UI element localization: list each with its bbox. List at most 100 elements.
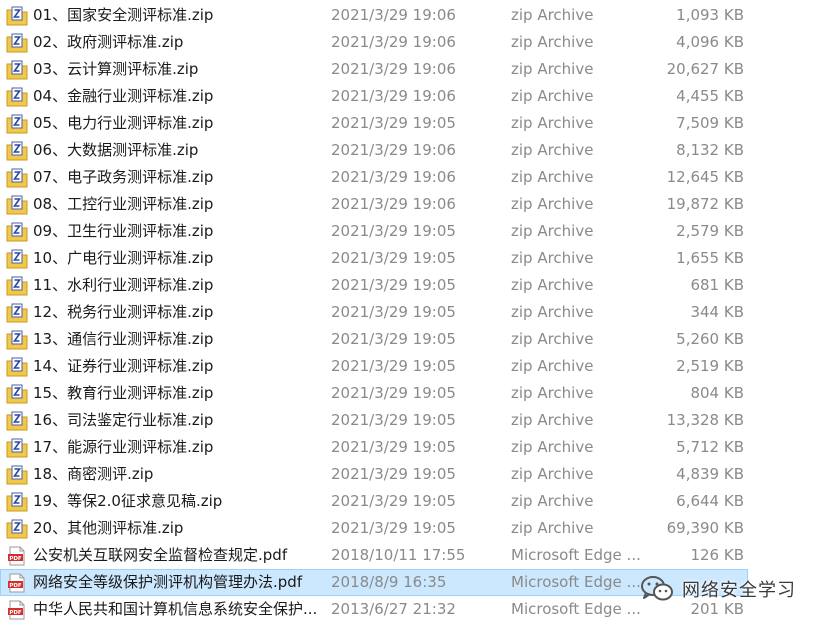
zip-archive-icon (6, 519, 28, 539)
zip-archive-icon (6, 195, 28, 215)
file-date-modified: 2021/3/29 19:06 (331, 60, 456, 78)
zip-archive-icon (6, 492, 28, 512)
file-date-modified: 2021/3/29 19:06 (331, 168, 456, 186)
file-row[interactable]: 04、金融行业测评标准.zip 2021/3/29 19:06 zip Archiv… (0, 83, 821, 110)
file-size: 6,644 KB (676, 492, 744, 510)
file-date-modified: 2021/3/29 19:05 (331, 465, 456, 483)
file-row[interactable]: 12、税务行业测评标准.zip 2021/3/29 19:05 zip Archiv… (0, 299, 821, 326)
file-row[interactable]: 11、水利行业测评标准.zip 2021/3/29 19:05 zip Archiv… (0, 272, 821, 299)
file-type: zip Archive (511, 330, 594, 348)
file-row[interactable]: PDF 中华人民共和国计算机信息系统安全保护... 2013/6/27 21:32 M… (0, 596, 821, 623)
file-type: zip Archive (511, 384, 594, 402)
file-name: 09、卫生行业测评标准.zip (33, 222, 214, 240)
file-list: 01、国家安全测评标准.zip 2021/3/29 19:06 zip Archiv… (0, 2, 821, 623)
file-name: 18、商密测评.zip (33, 465, 154, 483)
zip-archive-icon (6, 60, 28, 80)
pdf-file-icon: PDF (6, 573, 28, 593)
file-row[interactable]: 16、司法鉴定行业标准.zip 2021/3/29 19:05 zip Archiv… (0, 407, 821, 434)
file-size: 69,390 KB (666, 519, 744, 537)
file-row[interactable]: 18、商密测评.zip 2021/3/29 19:05 zip Archive 4,8… (0, 461, 821, 488)
file-row[interactable]: 02、政府测评标准.zip 2021/3/29 19:06 zip Archive 4… (0, 29, 821, 56)
file-row[interactable]: PDF 网络安全等级保护测评机构管理办法.pdf 2018/8/9 16:35 Mic… (0, 569, 748, 596)
file-row[interactable]: 06、大数据测评标准.zip 2021/3/29 19:06 zip Archive… (0, 137, 821, 164)
file-size: 8,132 KB (676, 141, 744, 159)
file-size: 201 KB (690, 600, 744, 618)
file-type: zip Archive (511, 519, 594, 537)
file-name: 公安机关互联网安全监督检查规定.pdf (33, 546, 288, 564)
file-type: zip Archive (511, 357, 594, 375)
file-row[interactable]: 07、电子政务测评标准.zip 2021/3/29 19:06 zip Archiv… (0, 164, 821, 191)
file-size: 126 KB (690, 546, 744, 564)
file-type: Microsoft Edge ... (511, 546, 641, 564)
file-size: 4,096 KB (676, 33, 744, 51)
file-type: zip Archive (511, 6, 594, 24)
file-date-modified: 2021/3/29 19:06 (331, 6, 456, 24)
file-name: 08、工控行业测评标准.zip (33, 195, 214, 213)
file-type: Microsoft Edge ... (511, 573, 641, 591)
file-size: 20,627 KB (666, 60, 744, 78)
file-size: 5,712 KB (676, 438, 744, 456)
file-row[interactable]: 20、其他测评标准.zip 2021/3/29 19:05 zip Archive 6… (0, 515, 821, 542)
file-size: 804 KB (690, 384, 744, 402)
file-name: 14、证券行业测评标准.zip (33, 357, 214, 375)
file-type: zip Archive (511, 222, 594, 240)
file-row[interactable]: 15、教育行业测评标准.zip 2021/3/29 19:05 zip Archiv… (0, 380, 821, 407)
file-size: 4,839 KB (676, 465, 744, 483)
file-size: 1,093 KB (676, 6, 744, 24)
file-date-modified: 2021/3/29 19:05 (331, 276, 456, 294)
file-size: 12,645 KB (666, 168, 744, 186)
file-date-modified: 2018/8/9 16:35 (331, 573, 447, 591)
svg-text:PDF: PDF (9, 610, 22, 616)
file-row[interactable]: 08、工控行业测评标准.zip 2021/3/29 19:06 zip Archiv… (0, 191, 821, 218)
file-date-modified: 2021/3/29 19:05 (331, 492, 456, 510)
pdf-file-icon: PDF (6, 546, 28, 566)
file-size: 344 KB (690, 303, 744, 321)
file-type: Microsoft Edge ... (511, 600, 641, 618)
file-row[interactable]: PDF 公安机关互联网安全监督检查规定.pdf 2018/10/11 17:55 Mi… (0, 542, 821, 569)
file-row[interactable]: 05、电力行业测评标准.zip 2021/3/29 19:05 zip Archiv… (0, 110, 821, 137)
file-date-modified: 2013/6/27 21:32 (331, 600, 456, 618)
file-type: zip Archive (511, 60, 594, 78)
file-date-modified: 2021/3/29 19:05 (331, 114, 456, 132)
file-size: 13,328 KB (666, 411, 744, 429)
file-date-modified: 2018/10/11 17:55 (331, 546, 466, 564)
file-name: 10、广电行业测评标准.zip (33, 249, 214, 267)
file-name: 13、通信行业测评标准.zip (33, 330, 214, 348)
file-type: zip Archive (511, 465, 594, 483)
file-row[interactable]: 03、云计算测评标准.zip 2021/3/29 19:06 zip Archive… (0, 56, 821, 83)
file-name: 02、政府测评标准.zip (33, 33, 184, 51)
file-date-modified: 2021/3/29 19:05 (331, 519, 456, 537)
zip-archive-icon (6, 114, 28, 134)
file-row[interactable]: 10、广电行业测评标准.zip 2021/3/29 19:05 zip Archiv… (0, 245, 821, 272)
file-date-modified: 2021/3/29 19:06 (331, 195, 456, 213)
file-row[interactable]: 17、能源行业测评标准.zip 2021/3/29 19:05 zip Archiv… (0, 434, 821, 461)
file-row[interactable]: 09、卫生行业测评标准.zip 2021/3/29 19:05 zip Archiv… (0, 218, 821, 245)
file-type: zip Archive (511, 303, 594, 321)
file-row[interactable]: 14、证券行业测评标准.zip 2021/3/29 19:05 zip Archiv… (0, 353, 821, 380)
pdf-file-icon: PDF (6, 600, 28, 620)
file-name: 19、等保2.0征求意见稿.zip (33, 492, 223, 510)
file-date-modified: 2021/3/29 19:05 (331, 249, 456, 267)
file-name: 17、能源行业测评标准.zip (33, 438, 214, 456)
file-size: 1,655 KB (676, 249, 744, 267)
zip-archive-icon (6, 330, 28, 350)
zip-archive-icon (6, 303, 28, 323)
file-row[interactable]: 01、国家安全测评标准.zip 2021/3/29 19:06 zip Archiv… (0, 2, 821, 29)
file-name: 11、水利行业测评标准.zip (33, 276, 214, 294)
zip-archive-icon (6, 276, 28, 296)
file-name: 07、电子政务测评标准.zip (33, 168, 214, 186)
file-row[interactable]: 19、等保2.0征求意见稿.zip 2021/3/29 19:05 zip Arch… (0, 488, 821, 515)
file-row[interactable]: 13、通信行业测评标准.zip 2021/3/29 19:05 zip Archiv… (0, 326, 821, 353)
file-size: 2,519 KB (676, 357, 744, 375)
file-type: zip Archive (511, 114, 594, 132)
zip-archive-icon (6, 357, 28, 377)
zip-archive-icon (6, 87, 28, 107)
file-date-modified: 2021/3/29 19:06 (331, 87, 456, 105)
file-size: 2,579 KB (676, 222, 744, 240)
file-date-modified: 2021/3/29 19:05 (331, 303, 456, 321)
file-name: 06、大数据测评标准.zip (33, 141, 199, 159)
file-type: zip Archive (511, 276, 594, 294)
file-name: 05、电力行业测评标准.zip (33, 114, 214, 132)
file-name: 03、云计算测评标准.zip (33, 60, 199, 78)
file-size: 7,509 KB (676, 114, 744, 132)
